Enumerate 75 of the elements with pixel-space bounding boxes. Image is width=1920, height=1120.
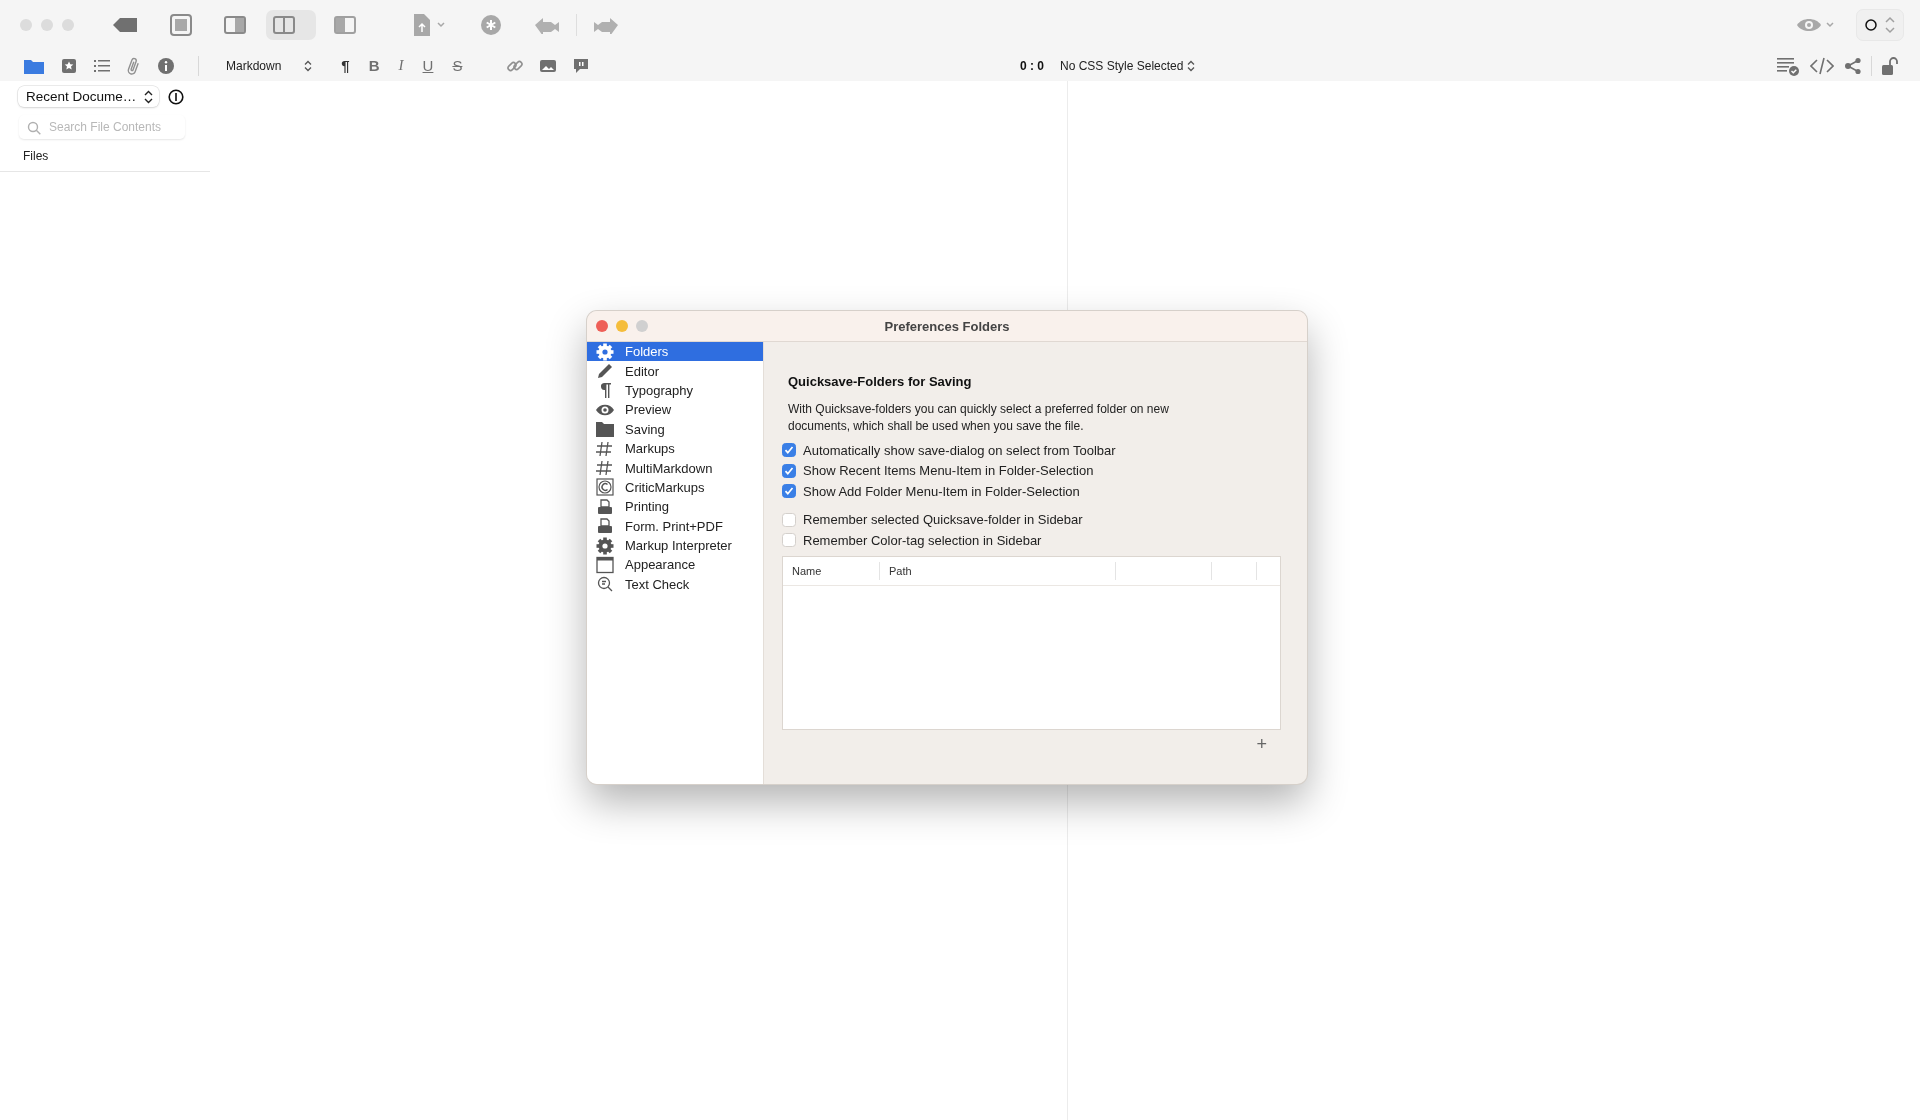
comment-icon[interactable] (572, 56, 591, 75)
category-item[interactable]: Markup Interpreter (587, 535, 763, 556)
checkbox-option[interactable]: Remember selected Quicksave-folder in Sidebar (782, 509, 1281, 530)
checkbox[interactable] (782, 484, 796, 499)
category-item[interactable]: Typography (587, 380, 763, 401)
checkbox[interactable] (782, 463, 796, 478)
hash-icon (595, 459, 615, 478)
category-item[interactable]: Preview (587, 400, 763, 420)
window-title: Preferences Folders (884, 318, 1010, 334)
description-text: With Quicksave-folders you can quickly select a preferred folder on new documents, which shall be used when you save the file. (787, 401, 1170, 435)
category-item[interactable]: Text Check (587, 574, 763, 595)
stepper-arrows-icon (304, 59, 313, 72)
italic-button[interactable]: I (396, 57, 406, 74)
category-item[interactable]: CriticMarkups (587, 477, 763, 498)
gear-icon (595, 536, 615, 555)
css-style-menu[interactable]: No CSS Style Selected (1060, 58, 1196, 73)
checkbox-option[interactable]: Remember Color-tag selection in Sidebar (782, 530, 1281, 551)
category-item[interactable]: Printing (587, 497, 763, 517)
eye-icon[interactable] (1796, 16, 1836, 34)
square-icon[interactable] (170, 14, 192, 36)
document-upload-icon[interactable] (412, 13, 448, 37)
reply-arrow-icon[interactable] (534, 16, 560, 34)
checkbox-option[interactable]: Automatically show save-dialog on select from Toolbar (782, 440, 1281, 461)
bold-button[interactable]: B (366, 57, 382, 74)
section-header: Files (0, 139, 210, 172)
category-item[interactable]: Markups (587, 438, 763, 459)
asterisk-icon[interactable] (480, 14, 502, 36)
forward-arrow-icon[interactable] (593, 16, 619, 34)
code-icon[interactable] (1810, 56, 1834, 75)
category-item[interactable]: Form. Print+PDF (587, 516, 763, 536)
checkbox[interactable] (782, 443, 796, 458)
category-item[interactable]: Appearance (587, 555, 763, 575)
column-header[interactable]: Name (783, 561, 880, 580)
stepper-arrows-icon (144, 89, 154, 104)
layout-toggle-button[interactable] (266, 10, 316, 40)
recent-documents-menu[interactable]: Recent Docume… (18, 86, 160, 107)
paragraph-button[interactable]: ¶ (339, 57, 352, 74)
section-heading: Quicksave-Folders for Saving (787, 374, 973, 389)
hash-icon (595, 439, 615, 458)
circle-icon (1865, 19, 1877, 31)
printer-icon (595, 517, 615, 536)
cursor-position: 0 : 0 (1020, 58, 1044, 73)
search-field[interactable]: Search File Contents (19, 115, 185, 139)
printer-icon (595, 497, 615, 516)
sidebar-icon[interactable] (334, 16, 356, 34)
search-icon (27, 121, 41, 135)
copyright-icon (595, 478, 615, 497)
unlocked-padlock-icon[interactable] (1881, 55, 1899, 76)
info-icon[interactable] (168, 88, 185, 105)
strikethrough-button[interactable]: S (450, 57, 465, 74)
share-icon[interactable] (1844, 56, 1862, 75)
checklist-icon[interactable] (1776, 55, 1800, 76)
magnifier-icon (595, 575, 615, 594)
format-menu[interactable]: Markdown (222, 56, 317, 75)
split-view-icon[interactable] (224, 16, 246, 34)
folder-icon (595, 420, 615, 439)
checkbox-option[interactable]: Show Add Folder Menu-Item in Folder-Selection (782, 481, 1281, 502)
window-icon (595, 556, 615, 574)
stepper-arrows-icon (1885, 16, 1895, 34)
checkbox-option[interactable]: Show Recent Items Menu-Item in Folder-Selection (782, 460, 1281, 481)
status-stepper[interactable] (1856, 9, 1904, 41)
add-button[interactable]: + (1252, 733, 1271, 755)
underline-button[interactable]: U (420, 57, 436, 74)
category-item[interactable]: Folders (587, 342, 763, 362)
category-item[interactable]: Editor (587, 361, 763, 381)
list-icon[interactable] (93, 57, 111, 74)
category-item[interactable]: MultiMarkdown (587, 458, 763, 478)
image-icon[interactable] (539, 57, 558, 74)
tag-icon[interactable] (112, 17, 138, 33)
column-header[interactable]: Path (880, 561, 1116, 580)
category-item[interactable]: Saving (587, 419, 763, 439)
two-column-icon (273, 16, 295, 34)
stepper-arrows-icon (1187, 59, 1196, 72)
window-control[interactable] (596, 320, 608, 332)
paperclip-icon[interactable] (126, 55, 142, 76)
